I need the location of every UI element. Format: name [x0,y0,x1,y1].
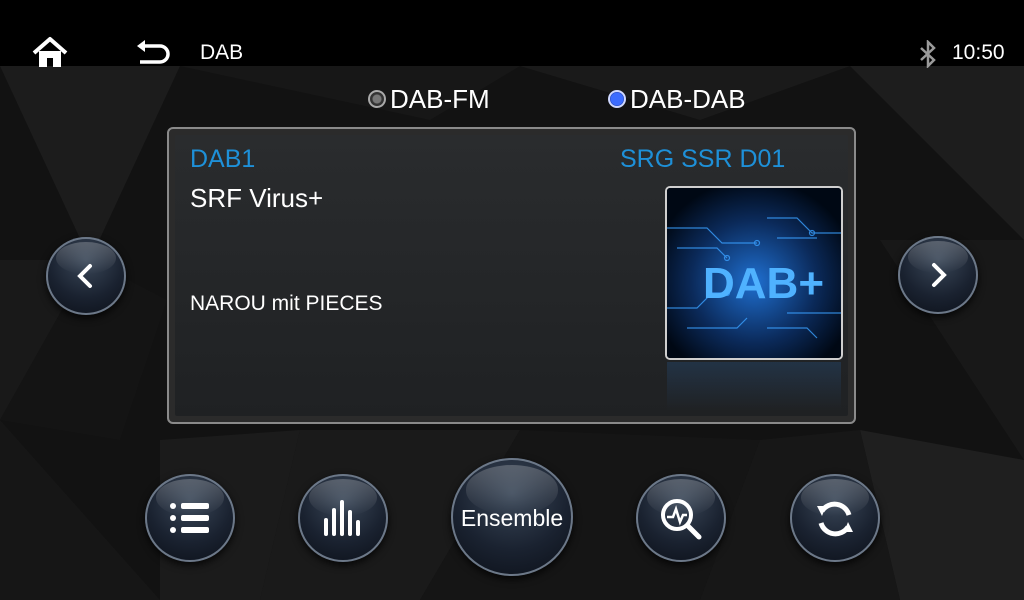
scan-icon [661,499,702,540]
station-list-button[interactable] [145,474,235,562]
station-name: SRF Virus+ [190,183,324,213]
bluetooth-icon [917,38,939,70]
next-button[interactable] [898,236,978,314]
home-icon [32,37,68,67]
list-icon [170,503,209,533]
refresh-icon [817,501,853,537]
back-arrow-icon [137,40,170,64]
chevron-right-icon [932,263,947,287]
ensemble-name: SRG SSR D01 [620,145,786,173]
band-label: DAB1 [190,145,256,173]
clock: 10:50 [952,41,1005,64]
track-text: NAROU mit PIECES [190,292,383,315]
equalizer-button[interactable] [298,474,388,562]
chevron-left-icon [77,264,92,288]
equalizer-icon [324,500,360,536]
mode-option-dab-fm[interactable]: DAB-FM [368,84,490,114]
ensemble-button[interactable]: Ensemble [451,458,573,576]
radio-selected-icon [608,90,626,108]
slideshow-reflection [667,362,841,410]
back-button[interactable] [132,38,172,70]
dab-logo-text: DAB+ [703,259,824,308]
radio-unselected-icon [368,90,386,108]
previous-button[interactable] [46,237,126,315]
mode-option-label: DAB-FM [390,83,490,114]
mode-option-label: DAB-DAB [630,83,746,114]
slideshow-image: DAB+ [665,186,843,360]
home-button[interactable] [30,36,70,70]
ensemble-button-label: Ensemble [460,505,564,531]
app-title: DAB [200,41,244,64]
refresh-button[interactable] [790,474,880,562]
scan-button[interactable] [636,474,726,562]
mode-option-dab-dab[interactable]: DAB-DAB [608,84,746,114]
